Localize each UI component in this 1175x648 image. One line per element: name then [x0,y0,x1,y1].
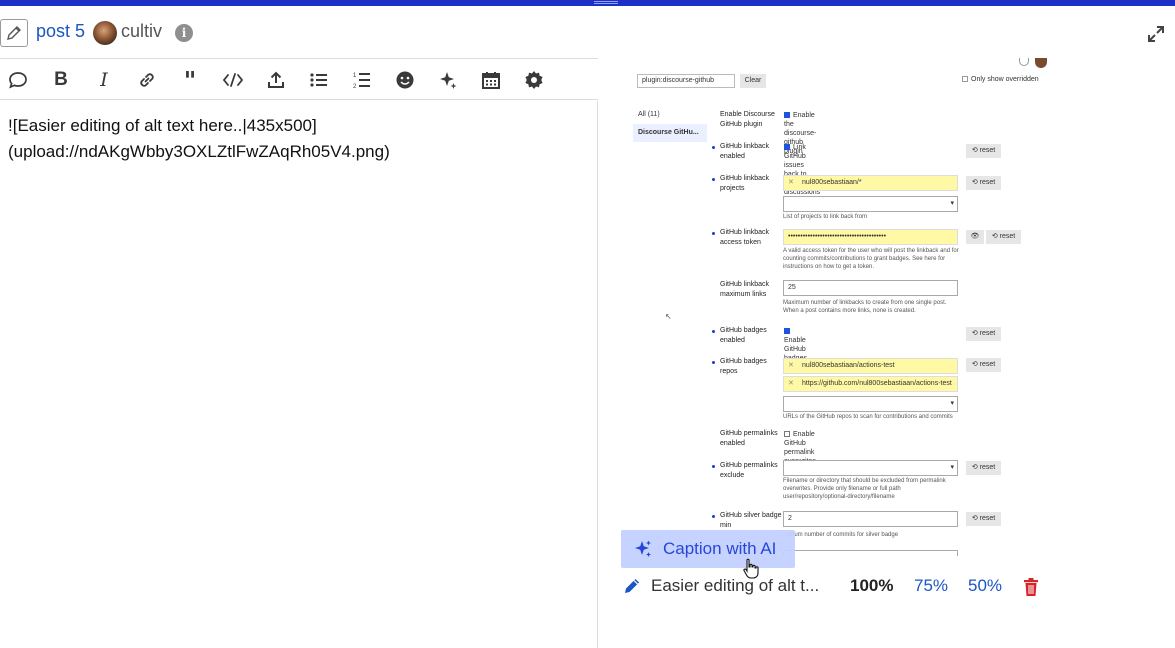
setting-label: GitHub linkback enabled [720,143,770,160]
upload-icon[interactable] [265,69,287,91]
top-progress-bar [0,0,1175,6]
editor-toolbar: B I " 12 [0,58,598,100]
post-title-link[interactable]: post 5 [36,21,85,42]
setting-label: GitHub linkback projects [720,175,770,192]
blockquote-icon[interactable]: " [179,66,201,95]
pencil-icon [7,26,21,40]
reset-button: ⟲ reset [966,176,1001,190]
username[interactable]: cultiv [121,21,162,42]
setting-select [783,196,958,212]
setting-label: GitHub linkback access token [720,229,770,246]
setting-label: GitHub badges repos [720,358,767,375]
setting-select [783,396,958,412]
ai-sparkle-icon [635,540,651,557]
setting-list-value: ✕ nul800sebastiaan/actions-test [783,358,958,374]
markdown-editor[interactable]: ![Easier editing of alt text here..|435x… [0,101,598,648]
bullet-list-icon[interactable] [308,69,330,91]
setting-hint: A valid access token for the user who wi… [783,248,959,270]
settings-gear-icon[interactable] [523,69,545,91]
edit-pencil-button[interactable] [0,19,28,47]
emoji-icon[interactable] [394,69,416,91]
search-icon [1019,58,1029,66]
link-icon[interactable] [136,69,158,91]
pencil-icon[interactable] [623,577,641,595]
trash-icon[interactable] [1022,577,1040,597]
sidebar-item-discourse-github: Discourse GitHu... [633,124,707,142]
reset-button: ⟲ reset [986,230,1021,244]
sidebar-item-all: All (11) [638,111,660,118]
zoom-100-button[interactable]: 100% [850,576,893,596]
drag-handle-icon[interactable] [594,1,618,4]
expand-fullscreen-icon[interactable] [1146,24,1166,44]
setting-label: GitHub permalinks exclude [720,462,778,479]
zoom-75-button[interactable]: 75% [914,576,948,596]
setting-label: GitHub permalinks enabled [720,430,778,447]
setting-label: GitHub badges enabled [720,327,767,344]
setting-label: GitHub linkback maximum links [720,281,770,298]
setting-hint: Maximum number of linkbacks to create fr… [783,300,947,314]
image-alt-toolbar: Easier editing of alt t... 100% 75% 50% [621,571,1051,601]
setting-label: GitHub silver badge min [720,512,782,529]
caption-button-label: Caption with AI [663,539,777,558]
setting-hint: URLs of the GitHub repos to scan for con… [783,414,953,420]
info-icon[interactable]: i [175,24,193,42]
quote-icon[interactable] [7,69,29,91]
italic-icon[interactable]: I [93,69,115,91]
reset-button: ⟲ reset [966,461,1001,475]
numbered-list-icon[interactable]: 12 [351,69,373,91]
alt-text-label[interactable]: Easier editing of alt t... [651,576,819,596]
svg-text:1: 1 [353,73,357,79]
ai-sparkle-icon[interactable] [437,69,459,91]
setting-select [783,460,958,476]
avatar [1035,58,1047,68]
bold-icon[interactable]: B [50,69,72,91]
avatar[interactable] [93,21,117,45]
caption-with-ai-button[interactable]: Caption with AI [621,530,795,568]
uploaded-image: plugin:discourse-github Clear Only show … [617,58,1049,556]
only-overridden-checkbox: Only show overridden [962,76,1039,83]
mouse-cursor-icon: ↖ [665,312,672,321]
editor-textarea[interactable]: ![Easier editing of alt text here..|435x… [8,113,593,165]
calendar-icon[interactable] [480,69,502,91]
zoom-50-button[interactable]: 50% [968,576,1002,596]
reset-button: ⟲ reset [966,512,1001,526]
setting-list-value: ✕ nul800sebastiaan/* [783,175,958,191]
composer-header: post 5 cultiv i [0,16,1175,50]
setting-hint: ...imum number of commits for silver bad… [783,532,899,538]
only-overridden-label: Only show overridden [971,76,1039,83]
setting-number-value: 2 [783,511,958,527]
reset-button: ⟲ reset [966,144,1001,158]
setting-label: Enable Discourse GitHub plugin [720,111,775,128]
setting-number-value: 25 [783,280,958,296]
settings-filter-input: plugin:discourse-github [637,74,735,88]
setting-password-value: •••••••••••••••••••••••••••••••••••••••• [783,229,958,245]
reset-button: ⟲ reset [966,327,1001,341]
clear-button: Clear [740,74,766,88]
svg-text:2: 2 [353,84,357,90]
setting-list-value: ✕ https://github.com/nul800sebastiaan/act… [783,376,958,392]
eye-icon: 👁 [966,230,984,244]
setting-number-value [783,550,958,556]
setting-hint: Filename or directory that should be exc… [783,478,946,500]
reset-button: ⟲ reset [966,358,1001,372]
code-icon[interactable] [222,69,244,91]
setting-hint: List of projects to link back from [783,214,868,220]
